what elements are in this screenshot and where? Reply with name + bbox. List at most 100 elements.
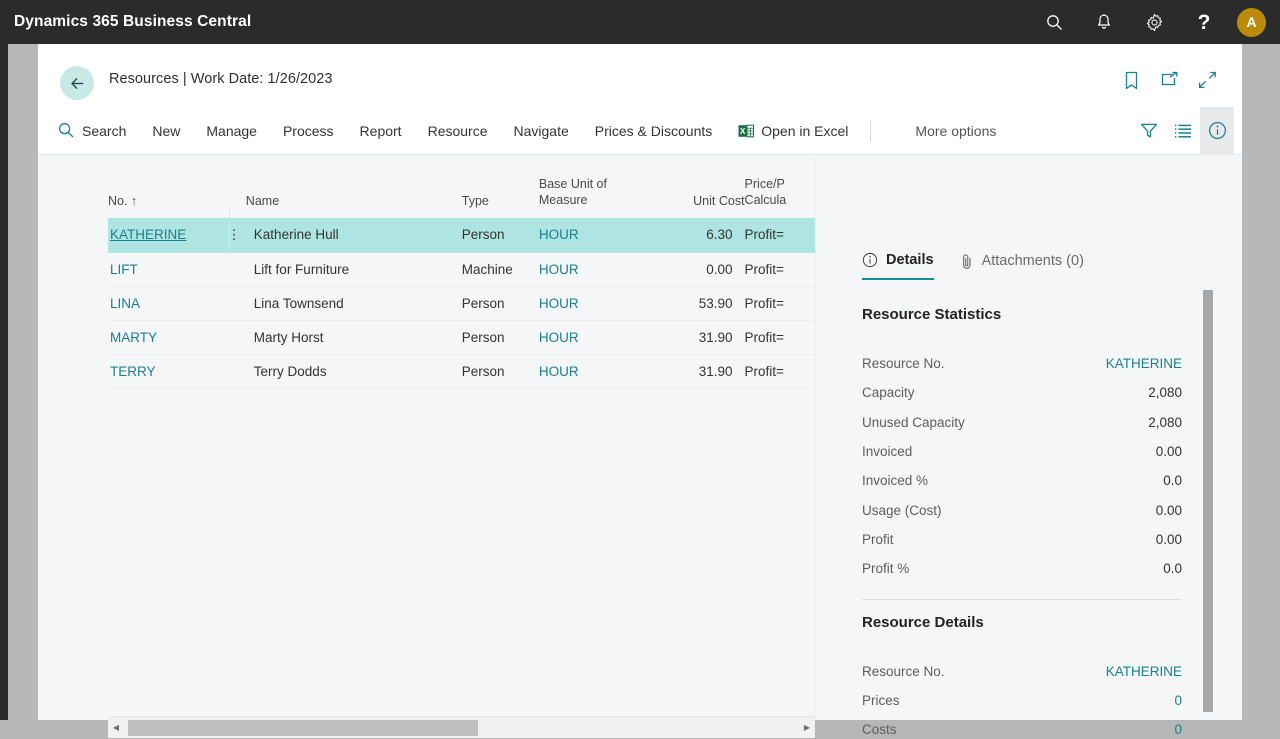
scroll-right-arrow-icon[interactable]: ▶ (799, 723, 815, 732)
column-header-price-profit-calculation[interactable]: Price/P Calcula (745, 156, 815, 218)
cell-uom[interactable]: HOUR (538, 320, 652, 355)
action-process-label: Process (282, 122, 334, 139)
horizontal-scroll-thumb[interactable] (128, 719, 478, 736)
detail-vertical-scrollbar[interactable] (1201, 286, 1214, 720)
filter-icon[interactable] (1132, 107, 1166, 155)
row-menu-placeholder (223, 320, 246, 355)
action-manage[interactable]: Manage (193, 107, 270, 155)
cell-name: Lina Townsend (245, 286, 462, 321)
row-menu-icon[interactable]: ⋮ (223, 218, 246, 253)
info-panel-icon[interactable] (1200, 106, 1234, 155)
detail-value[interactable]: 0 (1174, 722, 1182, 737)
cell-type: Machine (461, 252, 539, 287)
cell-price-profit-calc: Profit= (744, 320, 815, 355)
detail-row-prices: Prices 0 (862, 693, 1182, 708)
action-new-label: New (152, 122, 181, 139)
table-header-row: No. ↑ Name Type Base Unit of Measure Unit… (108, 156, 815, 218)
cell-uom[interactable]: HOUR (538, 252, 652, 287)
cell-unit-cost: 0.00 (652, 252, 745, 287)
info-circle-icon (862, 252, 878, 268)
stat-row-usage-cost: Usage (Cost) 0.00 (862, 503, 1182, 518)
cell-no[interactable]: KATHERINE (108, 218, 224, 253)
cell-no[interactable]: TERRY (108, 354, 224, 389)
cell-no[interactable]: MARTY (108, 320, 224, 355)
table-row[interactable]: LIFT Lift for Furniture Machine HOUR 0.0… (108, 252, 815, 287)
column-header-unit-cost[interactable]: Unit Cost (652, 156, 744, 218)
section-title-resource-details: Resource Details (862, 614, 984, 631)
stat-row-resource-no: Resource No. KATHERINE (862, 356, 1182, 371)
open-in-new-window-icon[interactable] (1154, 65, 1184, 95)
stat-label: Capacity (862, 385, 915, 400)
stat-row-capacity: Capacity 2,080 (862, 385, 1182, 400)
action-navigate[interactable]: Navigate (501, 107, 582, 155)
detail-vertical-scroll-thumb[interactable] (1203, 290, 1213, 712)
cell-name: Lift for Furniture (245, 252, 462, 287)
stat-label: Invoiced % (862, 473, 929, 488)
resources-list-pane: No. ↑ Name Type Base Unit of Measure Unit… (108, 156, 815, 720)
horizontal-scrollbar[interactable]: ◀ ▶ (108, 716, 815, 738)
avatar[interactable]: A (1237, 7, 1266, 37)
app-title: Dynamics 365 Business Central (14, 13, 252, 30)
action-process[interactable]: Process (270, 107, 347, 155)
back-button[interactable] (60, 66, 94, 100)
bookmark-icon[interactable] (1116, 65, 1146, 95)
action-search[interactable]: Search (38, 107, 139, 155)
table-row[interactable]: LINA Lina Townsend Person HOUR 53.90 Pro… (108, 286, 815, 321)
table-row[interactable]: MARTY Marty Horst Person HOUR 31.90 Prof… (108, 320, 815, 355)
cell-no[interactable]: LINA (108, 286, 224, 321)
column-header-name[interactable]: Name (246, 156, 462, 218)
search-icon[interactable] (1029, 0, 1079, 44)
cell-price-profit-calc: Profit= (744, 218, 815, 253)
cell-name: Katherine Hull (245, 218, 462, 253)
column-header-no[interactable]: No. ↑ (108, 156, 223, 218)
action-more-options-label: More options (915, 122, 997, 139)
action-search-label: Search (82, 122, 127, 139)
column-header-type[interactable]: Type (462, 156, 539, 218)
stat-label: Unused Capacity (862, 415, 965, 430)
stat-label: Profit % (862, 561, 910, 576)
table-body: KATHERINE ⋮ Katherine Hull Person HOUR 6… (108, 218, 815, 389)
action-manage-label: Manage (206, 122, 257, 139)
stat-value: 0.0 (1163, 561, 1182, 576)
stat-label: Invoiced (862, 444, 913, 459)
action-report[interactable]: Report (347, 107, 415, 155)
row-menu-placeholder (223, 252, 246, 287)
help-question-glyph: ? (1197, 10, 1211, 34)
cell-uom[interactable]: HOUR (538, 354, 652, 389)
svg-text:X: X (740, 127, 746, 136)
action-more-options[interactable]: More options (902, 107, 1009, 155)
resources-table: No. ↑ Name Type Base Unit of Measure Unit… (108, 156, 815, 389)
action-open-in-excel[interactable]: X Open in Excel (725, 107, 861, 155)
paperclip-icon (962, 253, 971, 269)
help-icon[interactable]: ? (1179, 0, 1229, 44)
detail-value[interactable]: KATHERINE (1106, 664, 1182, 679)
list-view-icon[interactable] (1166, 107, 1200, 155)
collapse-icon[interactable] (1192, 65, 1222, 95)
section-title-resource-statistics: Resource Statistics (862, 306, 1002, 323)
cell-uom[interactable]: HOUR (538, 286, 652, 321)
cell-uom[interactable]: HOUR (538, 218, 652, 253)
action-prices-discounts[interactable]: Prices & Discounts (582, 107, 725, 155)
row-menu-placeholder (223, 354, 246, 389)
action-bar: Search New Manage Process Report Resourc… (38, 106, 1242, 155)
action-resource[interactable]: Resource (415, 107, 501, 155)
action-bar-right-icons (1132, 106, 1242, 155)
column-header-base-unit-of-measure[interactable]: Base Unit of Measure (539, 156, 652, 218)
cell-name: Terry Dodds (245, 354, 462, 389)
notification-bell-icon[interactable] (1079, 0, 1129, 44)
detail-value[interactable]: 0 (1174, 693, 1182, 708)
app-header-actions: ? A (1029, 0, 1280, 44)
stat-value[interactable]: KATHERINE (1106, 356, 1182, 371)
app-header-bar: Dynamics 365 Business Central ? A (0, 0, 1280, 44)
action-new[interactable]: New (139, 107, 193, 155)
table-row[interactable]: TERRY Terry Dodds Person HOUR 31.90 Prof… (108, 354, 815, 389)
table-row[interactable]: KATHERINE ⋮ Katherine Hull Person HOUR 6… (108, 218, 815, 253)
tab-attachments[interactable]: Attachments (0) (960, 252, 1084, 280)
scroll-left-arrow-icon[interactable]: ◀ (108, 723, 124, 732)
stat-row-invoiced-pct: Invoiced % 0.0 (862, 473, 1182, 488)
settings-gear-icon[interactable] (1129, 0, 1179, 44)
cell-no[interactable]: LIFT (108, 252, 224, 287)
cell-unit-cost: 53.90 (652, 286, 745, 321)
search-icon (58, 122, 74, 138)
tab-details[interactable]: Details (862, 252, 934, 280)
